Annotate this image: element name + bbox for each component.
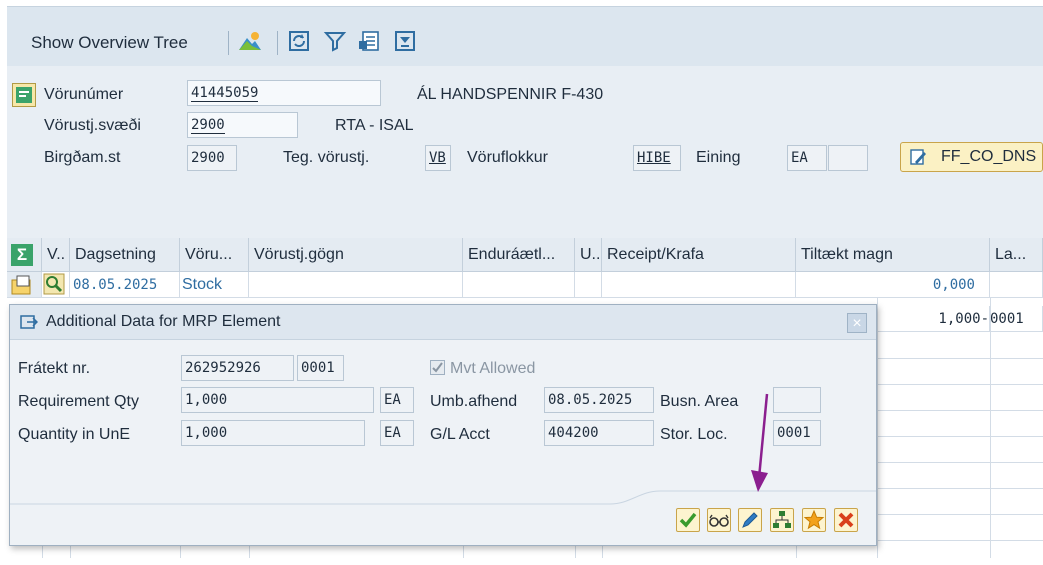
print-icon[interactable]	[393, 29, 417, 53]
show-overview-tree-button[interactable]: Show Overview Tree	[31, 33, 188, 53]
gl-account-label: G/L Acct	[430, 426, 490, 443]
umb-afhend-field: 08.05.2025	[544, 387, 654, 413]
material-group-label: Vöruflokkur	[467, 149, 548, 166]
unit-field: EA	[787, 145, 827, 171]
requirement-unit-field: EA	[380, 387, 414, 413]
annotation-arrow	[751, 393, 769, 492]
quantity-une-field: 1,000	[181, 420, 365, 446]
dialog-window-icon	[20, 314, 39, 335]
mrp-type-field: VB	[425, 145, 451, 171]
ff-co-dns-button[interactable]: FF_CO_DNS	[900, 142, 1043, 172]
material-description: ÁL HANDSPENNIR F-430	[417, 86, 604, 103]
column-header[interactable]: Receipt/Krafa	[602, 238, 796, 272]
row-detail-cell[interactable]	[42, 272, 70, 298]
plant-field[interactable]: 2900	[187, 112, 298, 138]
available-qty-cell: 0,000	[796, 272, 990, 298]
column-header[interactable]: La...	[990, 238, 1043, 272]
reservation-item-field: 0001	[297, 355, 344, 381]
expand-header-icon[interactable]	[12, 83, 36, 107]
dialog-title: Additional Data for MRP Element	[46, 313, 281, 330]
grid-cell	[249, 272, 463, 298]
glasses-icon[interactable]	[707, 508, 731, 532]
grid-cell	[602, 272, 796, 298]
plant-description: RTA - ISAL	[335, 117, 414, 134]
date-cell[interactable]: 08.05.2025	[70, 272, 180, 298]
edit-note-icon	[909, 148, 927, 171]
material-label: Vörunúmer	[44, 86, 124, 103]
umb-afhend-label: Umb.afhend	[430, 393, 518, 410]
grid-line	[877, 358, 1043, 359]
column-header[interactable]: Vörustj.gögn	[249, 238, 463, 272]
grid-line	[990, 298, 991, 558]
grid-cell	[463, 272, 575, 298]
busn-area-field	[773, 387, 821, 413]
check-icon[interactable]	[676, 508, 700, 532]
grid-line	[877, 540, 1043, 541]
reservation-label: Frátekt nr.	[18, 360, 91, 377]
folder-icon[interactable]	[11, 274, 33, 297]
magnifier-icon[interactable]	[43, 273, 65, 297]
busn-area-label: Busn. Area	[660, 393, 739, 410]
material-header: Vörunúmer 41445059 ÁL HANDSPENNIR F-430 …	[7, 66, 1043, 238]
storage-location-label: Stor. Loc.	[660, 426, 728, 443]
material-field[interactable]: 41445059	[187, 80, 381, 106]
requirement-qty-field: 1,000	[181, 387, 374, 413]
quantity-une-label: Quantity in UnE	[18, 426, 131, 443]
column-header[interactable]: V..	[42, 238, 70, 272]
quantity-une-unit-field: EA	[380, 420, 414, 446]
dialog-title-bar[interactable]: Additional Data for MRP Element ×	[10, 305, 876, 340]
available-qty-cell: 1,000-	[877, 306, 990, 332]
row-selector[interactable]	[7, 272, 42, 298]
pencil-icon[interactable]	[738, 508, 762, 532]
grid-line	[877, 462, 1043, 463]
mountain-icon[interactable]	[238, 29, 262, 53]
toolbar-separator	[277, 31, 278, 55]
material-group-field: HIBE	[633, 145, 681, 171]
requirement-qty-label: Requirement Qty	[18, 393, 139, 410]
grid-line	[877, 384, 1043, 385]
application-toolbar: Show Overview Tree	[7, 6, 1043, 67]
column-header[interactable]: Dagsetning	[70, 238, 180, 272]
ff-co-dns-label: FF_CO_DNS	[941, 148, 1037, 165]
unit-extra-field	[828, 145, 868, 171]
hierarchy-icon[interactable]	[770, 508, 794, 532]
grid-cell	[575, 272, 602, 298]
export-icon[interactable]	[357, 29, 381, 53]
sigma-icon: Σ	[11, 244, 33, 266]
column-header[interactable]: Tiltækt magn	[796, 238, 990, 272]
grid-line	[877, 488, 1043, 489]
star-icon[interactable]	[802, 508, 826, 532]
refresh-icon[interactable]	[287, 29, 311, 53]
gl-account-field: 404200	[544, 420, 654, 446]
storage-location-field: 0001	[773, 420, 821, 446]
storage-label: Birgðam.st	[44, 149, 121, 166]
grid-cell: 0001	[990, 306, 1043, 332]
filter-icon[interactable]	[323, 29, 347, 53]
unit-label: Eining	[696, 149, 741, 166]
mrp-type-label: Teg. vörustj.	[283, 149, 370, 166]
column-header[interactable]: Vöru...	[180, 238, 249, 272]
column-header[interactable]: Enduráætl...	[463, 238, 575, 272]
grid-cell	[990, 272, 1043, 298]
toolbar-separator	[228, 31, 229, 55]
column-header[interactable]: U..	[575, 238, 602, 272]
storage-field: 2900	[187, 145, 237, 171]
mrp-element-cell[interactable]: Stock	[180, 272, 249, 298]
grid-line	[877, 436, 1043, 437]
grid-line	[877, 514, 1043, 515]
plant-label: Vörustj.svæði	[44, 117, 141, 134]
cancel-icon[interactable]	[834, 508, 858, 532]
grid-line	[877, 410, 1043, 411]
reservation-number-field: 262952926	[181, 355, 294, 381]
mvt-allowed-checkbox[interactable]	[430, 360, 445, 375]
close-button[interactable]: ×	[847, 313, 867, 333]
grid-line	[877, 298, 878, 558]
mvt-allowed-label: Mvt Allowed	[450, 360, 536, 377]
sum-column-header[interactable]: Σ	[7, 238, 42, 272]
